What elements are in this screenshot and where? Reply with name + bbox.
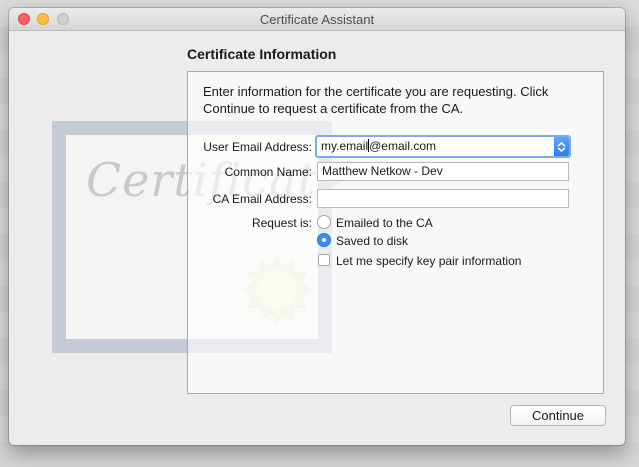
ca-email-input[interactable] bbox=[317, 189, 569, 208]
user-email-value-end: @email.com bbox=[369, 139, 436, 153]
saved-to-disk-label[interactable]: Saved to disk bbox=[336, 234, 408, 248]
ca-email-label: CA Email Address: bbox=[212, 192, 312, 206]
radio-saved-to-disk[interactable] bbox=[317, 233, 331, 247]
user-email-combobox[interactable]: my.email@email.com bbox=[315, 135, 571, 158]
chevron-updown-icon[interactable] bbox=[554, 137, 569, 156]
intro-text: Enter information for the certificate yo… bbox=[203, 84, 549, 116]
form-panel: Enter information for the certificate yo… bbox=[187, 71, 604, 394]
user-email-input[interactable]: my.email@email.com bbox=[321, 138, 436, 155]
user-email-label: User Email Address: bbox=[203, 140, 312, 154]
certificate-assistant-window: Certificate Assistant Certificate Certif… bbox=[9, 8, 625, 445]
key-pair-checkbox[interactable] bbox=[318, 254, 330, 266]
user-email-value-start: my.email bbox=[321, 139, 369, 153]
common-name-label: Common Name: bbox=[224, 165, 312, 179]
common-name-input[interactable]: Matthew Netkow - Dev bbox=[317, 162, 569, 181]
radio-emailed-to-ca[interactable] bbox=[317, 215, 331, 229]
request-is-label: Request is: bbox=[251, 216, 312, 230]
key-pair-label[interactable]: Let me specify key pair information bbox=[336, 254, 521, 268]
title-bar[interactable]: Certificate Assistant bbox=[9, 8, 625, 31]
window-title: Certificate Assistant bbox=[259, 12, 375, 27]
section-heading: Certificate Information bbox=[187, 46, 337, 62]
emailed-to-ca-label[interactable]: Emailed to the CA bbox=[336, 216, 433, 230]
continue-button[interactable]: Continue bbox=[510, 405, 606, 426]
